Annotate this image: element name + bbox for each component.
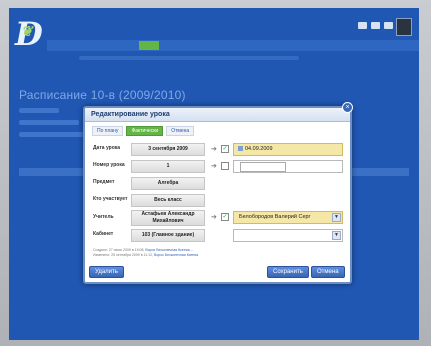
menu-item-active[interactable] <box>139 41 159 50</box>
modified-text: Изменено: 25 сентября 2009 в 11:12, <box>93 253 154 257</box>
bg-text-line <box>19 132 89 137</box>
date-value: 3 сентября 2009 <box>131 143 205 156</box>
chevron-down-icon[interactable]: ▼ <box>332 231 341 240</box>
delete-button[interactable]: Удалить <box>89 266 124 278</box>
edit-lesson-dialog: Редактирование урока По плану Фактически… <box>83 106 352 284</box>
group-value: Весь класс <box>131 194 205 207</box>
date-field-text: 04.09.2009 <box>245 146 273 152</box>
created-text: Создано: 27 июля 2009 в 19:08, <box>93 248 145 252</box>
page-title: Расписание 10-в (2009/2010) <box>19 88 186 102</box>
date-field[interactable]: 04.09.2009 <box>233 143 343 156</box>
subject-label: Предмет <box>93 179 115 185</box>
row-number: Номер урока 1 ➔ <box>93 160 343 173</box>
dialog-tabs: По плану Фактически Отмена <box>92 126 195 136</box>
close-icon[interactable]: × <box>342 102 353 113</box>
subject-value: Алгебра <box>131 177 205 190</box>
main-menu-bar <box>47 40 419 51</box>
row-teacher: Учитель Астафьев Александр Михайлович ➔ ✓… <box>93 210 343 226</box>
audit-info: Создано: 27 июля 2009 в 19:08, Ворох Бес… <box>93 248 198 258</box>
mail-icon[interactable] <box>358 22 367 29</box>
settings-icon[interactable] <box>371 22 380 29</box>
room-label: Кабинет <box>93 231 114 237</box>
submenu-bar <box>79 56 299 60</box>
row-room: Кабинет 103 (Главное здание) ▼ <box>93 229 343 242</box>
number-label: Номер урока <box>93 162 125 168</box>
modified-by-link[interactable]: Ворох Бесконечная Ксения <box>154 253 198 257</box>
number-checkbox[interactable] <box>221 162 229 170</box>
top-toolbar <box>358 22 393 29</box>
tab-plan[interactable]: По плану <box>92 126 124 136</box>
bg-text-line <box>19 108 59 113</box>
tab-actual[interactable]: Фактически <box>126 126 164 136</box>
arrow-right-icon: ➔ <box>211 214 217 221</box>
number-select-box[interactable] <box>240 162 286 172</box>
room-value: 103 (Главное здание) <box>131 229 205 242</box>
teacher-select[interactable]: Белобородов Валерий Серг ▼ <box>233 211 343 224</box>
arrow-right-icon: ➔ <box>211 163 217 170</box>
cancel-button[interactable]: Отмена <box>311 266 345 278</box>
room-select[interactable]: ▼ <box>233 229 343 242</box>
date-label: Дата урока <box>93 145 121 151</box>
teacher-value-line1: Астафьев Александр <box>141 211 195 217</box>
number-select[interactable] <box>233 160 343 173</box>
calendar-icon[interactable] <box>238 146 243 152</box>
bg-text-line <box>19 120 79 125</box>
teacher-value-line2: Михайлович <box>152 218 184 224</box>
teacher-label: Учитель <box>93 214 114 220</box>
group-label: Кто участвует <box>93 196 128 202</box>
row-group: Кто участвует Весь класс <box>93 194 343 207</box>
tab-cancel[interactable]: Отмена <box>166 126 195 136</box>
dialog-title: Редактирование урока <box>85 108 350 122</box>
avatar[interactable] <box>396 18 412 36</box>
teacher-select-text: Белобородов Валерий Серг <box>239 214 311 220</box>
teacher-value: Астафьев Александр Михайлович <box>131 210 205 226</box>
created-by-link[interactable]: Ворох Бесконечная Ксения ... <box>145 248 193 252</box>
chevron-down-icon[interactable]: ▼ <box>332 213 341 222</box>
arrow-right-icon: ➔ <box>211 146 217 153</box>
date-checkbox[interactable]: ✓ <box>221 145 229 153</box>
logo-leaf-icon: ❦ <box>21 24 33 40</box>
logout-icon[interactable] <box>384 22 393 29</box>
teacher-checkbox[interactable]: ✓ <box>221 213 229 221</box>
row-date: Дата урока 3 сентября 2009 ➔ ✓ 04.09.200… <box>93 143 343 156</box>
number-value: 1 <box>131 160 205 173</box>
save-button[interactable]: Сохранить <box>267 266 309 278</box>
screen-frame: ❦ D Расписание 10-в (2009/2010) Редактиро… <box>0 0 431 346</box>
row-subject: Предмет Алгебра <box>93 177 343 190</box>
